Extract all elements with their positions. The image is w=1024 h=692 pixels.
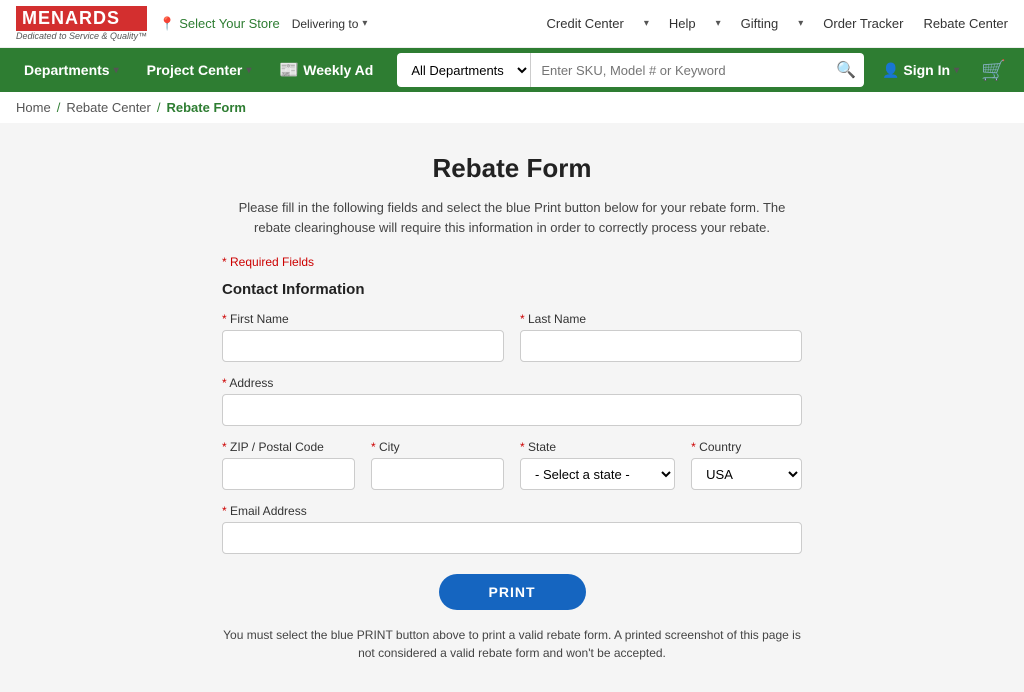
top-bar-left: MENARDS Dedicated to Service & Quality™ … xyxy=(16,6,367,41)
zip-group: * ZIP / Postal Code xyxy=(222,440,355,490)
zip-label: * ZIP / Postal Code xyxy=(222,440,355,454)
email-required: * xyxy=(222,504,227,518)
form-description: Please fill in the following fields and … xyxy=(222,198,802,237)
search-button[interactable]: 🔍 xyxy=(828,53,864,87)
logo-area: MENARDS Dedicated to Service & Quality™ xyxy=(16,6,147,41)
help-chevron: ▾ xyxy=(716,18,721,29)
city-label: * City xyxy=(371,440,504,454)
nav-bar: Departments ▾ Project Center ▾ 📰 Weekly … xyxy=(0,48,1024,92)
location-row: * ZIP / Postal Code * City * State - Sel xyxy=(222,440,802,490)
address-label: * Address xyxy=(222,376,802,390)
user-icon: 👤 xyxy=(882,62,899,79)
last-name-label: * Last Name xyxy=(520,312,802,326)
search-input[interactable] xyxy=(531,53,828,87)
first-name-label: * * First Name First Name xyxy=(222,312,504,326)
department-select[interactable]: All Departments xyxy=(397,53,531,87)
help-link[interactable]: Help xyxy=(669,16,696,31)
last-name-group: * Last Name xyxy=(520,312,802,362)
sign-in-label: Sign In xyxy=(903,62,950,78)
name-row: * * First Name First Name * Last Name xyxy=(222,312,802,362)
breadcrumb-current: Rebate Form xyxy=(167,100,246,115)
first-name-input[interactable] xyxy=(222,330,504,362)
logo-tagline: Dedicated to Service & Quality™ xyxy=(16,31,147,41)
country-required: * xyxy=(691,440,696,454)
project-center-label: Project Center xyxy=(147,62,243,78)
country-select[interactable]: USA xyxy=(691,458,802,490)
address-required: * xyxy=(222,376,227,390)
logo: MENARDS xyxy=(16,6,147,31)
section-title: Contact Information xyxy=(222,281,802,298)
country-label: * Country xyxy=(691,440,802,454)
state-required: * xyxy=(520,440,525,454)
gifting-link[interactable]: Gifting xyxy=(741,16,779,31)
address-input[interactable] xyxy=(222,394,802,426)
email-row: * Email Address xyxy=(222,504,802,554)
city-required: * xyxy=(371,440,376,454)
breadcrumb-sep-2: / xyxy=(157,100,161,115)
gifting-chevron: ▾ xyxy=(798,18,803,29)
last-name-input[interactable] xyxy=(520,330,802,362)
first-name-required: * xyxy=(222,312,227,326)
project-center-chevron: ▾ xyxy=(246,65,251,76)
state-select[interactable]: - Select a state - xyxy=(520,458,675,490)
search-bar: All Departments 🔍 xyxy=(397,53,864,87)
zip-input[interactable] xyxy=(222,458,355,490)
zip-required: * xyxy=(222,440,227,454)
location-icon: 📍 xyxy=(159,16,175,32)
breadcrumb-sep-1: / xyxy=(57,100,61,115)
state-label: * State xyxy=(520,440,675,454)
order-tracker-link[interactable]: Order Tracker xyxy=(823,16,903,31)
address-row: * Address xyxy=(222,376,802,426)
first-name-group: * * First Name First Name xyxy=(222,312,504,362)
required-note: * Required Fields xyxy=(222,255,802,269)
email-label: * Email Address xyxy=(222,504,802,518)
footer-note: You must select the blue PRINT button ab… xyxy=(222,626,802,662)
breadcrumb: Home / Rebate Center / Rebate Form xyxy=(0,92,1024,123)
cart-button[interactable]: 🛒 xyxy=(973,58,1014,83)
rebate-center-link[interactable]: Rebate Center xyxy=(923,16,1008,31)
city-input[interactable] xyxy=(371,458,504,490)
form-title: Rebate Form xyxy=(222,153,802,184)
state-group: * State - Select a state - xyxy=(520,440,675,490)
country-group: * Country USA xyxy=(691,440,802,490)
city-group: * City xyxy=(371,440,504,490)
print-button[interactable]: PRINT xyxy=(439,574,586,610)
departments-chevron: ▾ xyxy=(114,65,119,76)
delivering-chevron[interactable]: ▾ xyxy=(362,18,367,29)
address-group: * Address xyxy=(222,376,802,426)
top-bar: MENARDS Dedicated to Service & Quality™ … xyxy=(0,0,1024,48)
store-select[interactable]: 📍 Select Your Store xyxy=(159,16,280,32)
email-group: * Email Address xyxy=(222,504,802,554)
delivering-label: Delivering to xyxy=(292,17,359,31)
store-select-label[interactable]: Select Your Store xyxy=(179,16,279,31)
nav-departments[interactable]: Departments ▾ xyxy=(10,48,133,92)
last-name-required: * xyxy=(520,312,525,326)
sign-in-button[interactable]: 👤 Sign In ▾ xyxy=(874,62,967,79)
departments-label: Departments xyxy=(24,62,110,78)
weekly-ad-icon: 📰 xyxy=(279,60,299,80)
main-content: Rebate Form Please fill in the following… xyxy=(0,123,1024,692)
weekly-ad-label: Weekly Ad xyxy=(303,62,373,78)
delivering: Delivering to ▾ xyxy=(292,17,368,31)
breadcrumb-rebate-center[interactable]: Rebate Center xyxy=(66,100,151,115)
breadcrumb-home[interactable]: Home xyxy=(16,100,51,115)
signin-chevron: ▾ xyxy=(954,65,959,76)
form-container: Rebate Form Please fill in the following… xyxy=(222,153,802,662)
credit-center-link[interactable]: Credit Center xyxy=(547,16,624,31)
credit-center-chevron: ▾ xyxy=(644,18,649,29)
email-input[interactable] xyxy=(222,522,802,554)
nav-project-center[interactable]: Project Center ▾ xyxy=(133,48,266,92)
nav-weekly-ad[interactable]: 📰 Weekly Ad xyxy=(265,48,387,92)
top-bar-right: Credit Center ▾ Help ▾ Gifting ▾ Order T… xyxy=(547,16,1008,31)
cart-icon: 🛒 xyxy=(981,58,1006,83)
nav-right: 👤 Sign In ▾ 🛒 xyxy=(874,58,1014,83)
